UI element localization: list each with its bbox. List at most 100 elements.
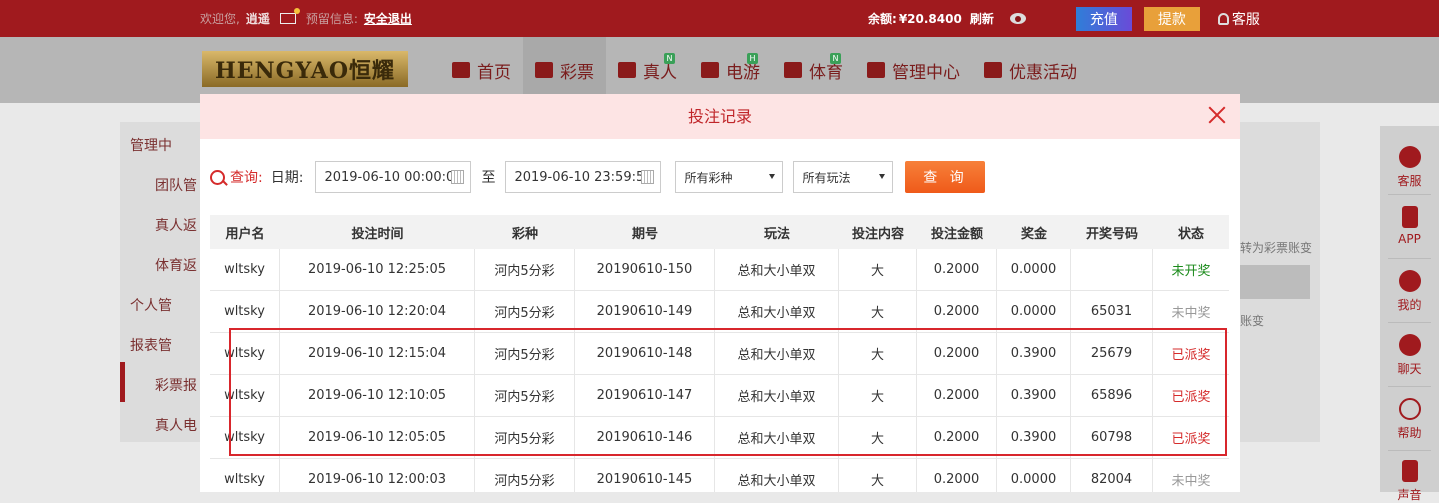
side-head-personal[interactable]: 个人管 (130, 295, 172, 315)
col-username-cell: wltsky (210, 333, 280, 374)
col-play-cell: 总和大小单双 (715, 249, 839, 290)
separator (1388, 386, 1431, 387)
logo[interactable]: HENGYAO恒耀 (202, 51, 408, 87)
float-sound[interactable]: 声音 (1380, 460, 1439, 503)
start-date-value: 2019-06-10 00:00:00 (324, 169, 463, 185)
table-row: wltsky 2019-06-10 12:00:03 河内5分彩 20190610-1… (210, 459, 1229, 492)
col-lottery-cell: 河内5分彩 (475, 291, 575, 332)
separator (1388, 258, 1431, 259)
nav-label: 首页 (477, 62, 511, 83)
background-panel: 转为彩票账变 账变 (1240, 122, 1320, 442)
side-item-live-rebate[interactable]: 真人返 (155, 215, 197, 235)
col-draw-cell: 60798 (1071, 417, 1153, 458)
hot-badge: H (747, 53, 758, 64)
date-label: 日期: (270, 170, 304, 186)
notice-label: 预留信息: (305, 12, 358, 26)
float-label: 聊天 (1397, 362, 1422, 376)
float-mine[interactable]: 我的 (1380, 270, 1439, 313)
table-row: wltsky 2019-06-10 12:10:05 河内5分彩 20190610-1… (210, 375, 1229, 417)
col-issue-cell: 20190610-147 (575, 375, 715, 416)
chat-icon (1398, 334, 1421, 356)
bet-record-modal: 投注记录 查询: 日期: 2019-06-10 00:00:00 至 2019-… (200, 94, 1240, 492)
ticket-icon (535, 62, 553, 78)
nav-label: 彩票 (560, 62, 594, 83)
lottery-type-value: 所有彩种 (684, 170, 733, 185)
eye-icon[interactable] (1009, 13, 1026, 24)
background-bar (1240, 265, 1310, 299)
side-item-lottery-report[interactable]: 彩票报 (155, 375, 197, 395)
float-chat[interactable]: 聊天 (1380, 334, 1439, 377)
active-marker (120, 362, 125, 402)
welcome-text: 欢迎您, (200, 12, 240, 26)
col-status-cell: 未中奖 (1171, 474, 1211, 489)
side-item-team[interactable]: 团队管 (155, 175, 197, 195)
start-date-input[interactable]: 2019-06-10 00:00:00 (315, 161, 472, 193)
col-content-cell: 大 (839, 333, 917, 374)
col-bet-time-cell: 2019-06-10 12:15:04 (280, 333, 475, 374)
side-item-sports-rebate[interactable]: 体育返 (155, 255, 197, 275)
col-bet-time-cell: 2019-06-10 12:20:04 (280, 291, 475, 332)
calendar-icon[interactable] (641, 170, 655, 184)
col-play-cell: 总和大小单双 (715, 375, 839, 416)
header-col-play: 玩法 (763, 226, 790, 242)
table-row: wltsky 2019-06-10 12:25:05 河内5分彩 20190610-1… (210, 249, 1229, 291)
header-col-lottery: 彩种 (511, 226, 538, 242)
side-item-live-report[interactable]: 真人电 (155, 415, 197, 435)
col-amount-cell: 0.2000 (917, 375, 997, 416)
col-content-cell: 大 (839, 249, 917, 290)
account-bar: 余额: ¥20.8400 刷新 充值 提款 客服 (868, 0, 1260, 37)
calendar-icon[interactable] (451, 170, 465, 184)
float-label: 我的 (1397, 298, 1422, 312)
col-lottery-cell: 河内5分彩 (475, 249, 575, 290)
logout-link[interactable]: 安全退出 (364, 10, 412, 27)
header-col-bet-time: 投注时间 (351, 226, 404, 242)
float-service[interactable]: 客服 (1380, 146, 1439, 189)
nav-label: 优惠活动 (1009, 62, 1077, 83)
lottery-type-select[interactable]: 所有彩种 (675, 161, 784, 193)
headset-icon (1217, 12, 1229, 25)
filter-bar: 查询: 日期: 2019-06-10 00:00:00 至 2019-06-10… (210, 161, 986, 193)
query-button[interactable]: 查 询 (905, 161, 986, 193)
col-status-cell: 未开奖 (1171, 264, 1211, 279)
separator (1388, 194, 1431, 195)
col-amount-cell: 0.2000 (917, 291, 997, 332)
side-head-reports[interactable]: 报表管 (130, 335, 172, 355)
float-help[interactable]: 帮助 (1380, 398, 1439, 441)
col-amount-cell: 0.2000 (917, 459, 997, 492)
service-link[interactable]: 客服 (1217, 9, 1260, 29)
col-lottery-cell: 河内5分彩 (475, 459, 575, 492)
mail-icon[interactable] (279, 8, 300, 24)
trophy-icon (784, 62, 802, 78)
col-username-cell: wltsky (210, 291, 280, 332)
col-lottery-cell: 河内5分彩 (475, 375, 575, 416)
refresh-link[interactable]: 刷新 (970, 10, 994, 27)
withdraw-button[interactable]: 提款 (1143, 6, 1200, 31)
user-info: 欢迎您, 逍遥 预留信息: 安全退出 (200, 0, 412, 37)
col-issue-cell: 20190610-145 (575, 459, 715, 492)
col-status-cell: 已派奖 (1171, 432, 1211, 447)
side-head-management[interactable]: 管理中 (130, 135, 172, 155)
username: 逍遥 (245, 12, 270, 26)
end-date-input[interactable]: 2019-06-10 23:59:59 (505, 161, 662, 193)
header-col-draw: 开奖号码 (1085, 226, 1138, 242)
col-content-cell: 大 (839, 291, 917, 332)
col-draw-cell: 82004 (1071, 459, 1153, 492)
balance-label: 余额: (868, 12, 897, 26)
query-label: 查询: (230, 170, 263, 186)
close-icon[interactable] (1206, 104, 1228, 126)
play-type-select[interactable]: 所有玩法 (793, 161, 894, 193)
table-body: wltsky 2019-06-10 12:25:05 河内5分彩 20190610-1… (210, 249, 1229, 492)
background-text: 转为彩票账变 (1240, 241, 1313, 255)
col-draw-cell (1071, 249, 1153, 290)
modal-title: 投注记录 (687, 107, 752, 126)
service-label: 客服 (1231, 11, 1260, 28)
float-app[interactable]: APP (1380, 206, 1439, 246)
headset-icon (1398, 146, 1421, 168)
recharge-button[interactable]: 充值 (1075, 6, 1132, 31)
home-icon (452, 62, 470, 78)
col-lottery-cell: 河内5分彩 (475, 417, 575, 458)
col-username-cell: wltsky (210, 375, 280, 416)
date-separator: 至 (481, 170, 496, 186)
dropdown-arrow-icon (879, 174, 886, 179)
col-issue-cell: 20190610-149 (575, 291, 715, 332)
